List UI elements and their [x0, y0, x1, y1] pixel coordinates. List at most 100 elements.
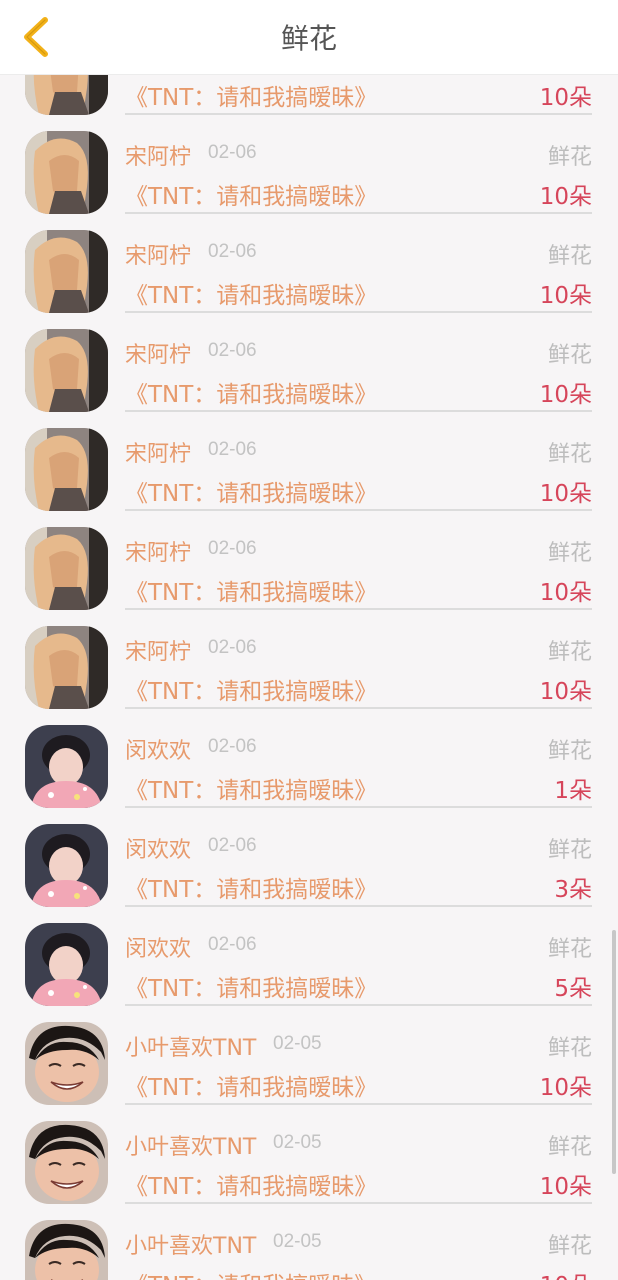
avatar[interactable] — [25, 923, 108, 1006]
list-item-content: 宋阿柠 02-06 鲜花《TNT：请和我搞暧昧》 10朵 — [125, 115, 592, 214]
user-name[interactable]: 闵欢欢 — [125, 931, 191, 963]
gift-date: 02-05 — [273, 1231, 322, 1252]
book-title[interactable]: 《TNT：请和我搞暧昧》 — [125, 177, 377, 211]
avatar[interactable] — [25, 1121, 108, 1204]
gift-type-label: 鲜花 — [547, 838, 592, 863]
gift-date: 02-06 — [208, 835, 257, 856]
book-title[interactable]: 《TNT：请和我搞暧昧》 — [125, 375, 377, 409]
list-item[interactable]: 小叶喜欢TNT 02-05 鲜花《TNT：请和我搞暧昧》 10朵 — [0, 1204, 618, 1280]
user-name[interactable]: 宋阿柠 — [125, 238, 191, 270]
user-name[interactable]: 宋阿柠 — [125, 634, 191, 666]
scrollbar[interactable] — [612, 930, 616, 1174]
avatar[interactable] — [25, 1022, 108, 1105]
gift-type-label: 鲜花 — [547, 1234, 592, 1259]
user-name[interactable]: 宋阿柠 — [125, 535, 191, 567]
user-name[interactable]: 闵欢欢 — [125, 832, 191, 864]
user-name[interactable]: 小叶喜欢TNT — [125, 1129, 256, 1161]
user-name[interactable]: 宋阿柠 — [125, 337, 191, 369]
flower-count: 5朵 — [554, 976, 592, 1002]
avatar[interactable] — [25, 1220, 108, 1280]
avatar[interactable] — [25, 824, 108, 907]
list-item-content: 宋阿柠 02-06 鲜花《TNT：请和我搞暧昧》 10朵 — [125, 214, 592, 313]
gift-date: 02-06 — [208, 538, 257, 559]
list-item-content: 小叶喜欢TNT 02-05 鲜花《TNT：请和我搞暧昧》 10朵 — [125, 1204, 592, 1280]
list-item[interactable]: 宋阿柠 02-06 鲜花《TNT：请和我搞暧昧》 10朵 — [0, 610, 618, 709]
book-title[interactable]: 《TNT：请和我搞暧昧》 — [125, 1068, 377, 1102]
book-title[interactable]: 《TNT：请和我搞暧昧》 — [125, 474, 377, 508]
gift-type-label: 鲜花 — [547, 739, 592, 764]
list-item[interactable]: 宋阿柠 02-06 鲜花《TNT：请和我搞暧昧》 10朵 — [0, 115, 618, 214]
gift-type-label: 鲜花 — [547, 541, 592, 566]
list-item-content: 宋阿柠02-06鲜花《TNT：请和我搞暧昧》10朵 — [125, 412, 592, 511]
avatar[interactable] — [25, 131, 108, 214]
flower-count: 10朵 — [539, 1075, 592, 1101]
book-title[interactable]: 《TNT：请和我搞暧昧》 — [125, 276, 377, 310]
list-item[interactable]: 闵欢欢 02-06 鲜花《TNT：请和我搞暧昧》 1朵 — [0, 709, 618, 808]
book-title[interactable]: 《TNT：请和我搞暧昧》 — [125, 573, 377, 607]
list-item[interactable]: 闵欢欢 02-06 鲜花 《TNT：请和我搞暧昧》 3朵 — [0, 808, 618, 907]
list-item-content: 闵欢欢 02-06 鲜花《TNT：请和我搞暧昧》 5朵 — [125, 907, 592, 1006]
gift-date: 02-05 — [273, 1132, 322, 1153]
list-item[interactable]: 小叶喜欢TNT 02-05 鲜花《TNT：请和我搞暧昧》 10朵 — [0, 1006, 618, 1105]
list-item[interactable]: 小叶喜欢TNT 02-05 鲜花《TNT：请和我搞暧昧》 10朵 — [0, 1105, 618, 1204]
user-name[interactable]: 宋阿柠 — [125, 436, 191, 468]
list-item-content: 宋阿柠 02-06 鲜花《TNT：请和我搞暧昧》 10朵 — [125, 610, 592, 709]
gift-date: 02-06 — [208, 934, 257, 955]
user-name[interactable]: 小叶喜欢TNT — [125, 1228, 256, 1260]
avatar[interactable] — [25, 329, 108, 412]
list-item-content: 小叶喜欢TNT 02-05 鲜花《TNT：请和我搞暧昧》 10朵 — [125, 1006, 592, 1105]
book-title[interactable]: 《TNT：请和我搞暧昧》 — [125, 672, 377, 706]
user-name[interactable]: 小叶喜欢TNT — [125, 1030, 256, 1062]
list-item-content: 宋阿柠 02-06 鲜花《TNT：请和我搞暧昧》 10朵 — [125, 511, 592, 610]
flower-gift-list[interactable]: 宋阿柠02-06鲜花《TNT：请和我搞暧昧》10朵宋阿柠02-06鲜花《TNT：… — [0, 74, 618, 1280]
flower-count: 10朵 — [539, 580, 592, 606]
gift-date: 02-06 — [208, 241, 257, 262]
gift-date: 02-06 — [208, 142, 257, 163]
avatar[interactable] — [25, 626, 108, 709]
user-name[interactable]: 闵欢欢 — [125, 733, 191, 765]
book-title[interactable]: 《TNT：请和我搞暧昧》 — [125, 1167, 377, 1201]
gift-date: 02-06 — [208, 340, 257, 361]
book-title[interactable]: 《TNT：请和我搞暧昧》 — [125, 1266, 377, 1280]
top-bar: 鲜花 — [0, 0, 618, 75]
flower-count: 10朵 — [539, 1174, 592, 1200]
flower-count: 10朵 — [539, 283, 592, 309]
flower-count: 10朵 — [539, 184, 592, 210]
gift-type-label: 鲜花 — [547, 1135, 592, 1160]
book-title[interactable]: 《TNT：请和我搞暧昧》 — [125, 969, 377, 1003]
gift-date: 02-06 — [208, 637, 257, 658]
list-item[interactable]: 宋阿柠02-06鲜花《TNT：请和我搞暧昧》10朵 — [0, 313, 618, 412]
list-item-content: 宋阿柠02-06鲜花《TNT：请和我搞暧昧》10朵 — [125, 74, 592, 115]
user-name[interactable]: 宋阿柠 — [125, 139, 191, 171]
list-item-content: 宋阿柠02-06鲜花《TNT：请和我搞暧昧》10朵 — [125, 313, 592, 412]
gift-date: 02-05 — [273, 1033, 322, 1054]
book-title[interactable]: 《TNT：请和我搞暧昧》 — [125, 78, 377, 112]
gift-type-label: 鲜花 — [547, 442, 592, 467]
gift-type-label: 鲜花 — [547, 640, 592, 665]
flower-count: 1朵 — [554, 778, 592, 804]
gift-type-label: 鲜花 — [547, 937, 592, 962]
gift-type-label: 鲜花 — [547, 1036, 592, 1061]
avatar[interactable] — [25, 725, 108, 808]
gift-type-label: 鲜花 — [547, 244, 592, 269]
list-item[interactable]: 宋阿柠02-06鲜花《TNT：请和我搞暧昧》10朵 — [0, 412, 618, 511]
list-item-content: 闵欢欢 02-06 鲜花 《TNT：请和我搞暧昧》 3朵 — [125, 808, 592, 907]
gift-date: 02-06 — [208, 736, 257, 757]
gift-type-label: 鲜花 — [547, 145, 592, 170]
book-title[interactable]: 《TNT：请和我搞暧昧》 — [125, 771, 377, 805]
avatar[interactable] — [25, 230, 108, 313]
list-item[interactable]: 宋阿柠 02-06 鲜花《TNT：请和我搞暧昧》 10朵 — [0, 214, 618, 313]
book-title[interactable]: 《TNT：请和我搞暧昧》 — [125, 870, 377, 904]
list-item-content: 闵欢欢 02-06 鲜花《TNT：请和我搞暧昧》 1朵 — [125, 709, 592, 808]
flower-count: 10朵 — [539, 679, 592, 705]
gift-type-label: 鲜花 — [547, 343, 592, 368]
flower-count: 10朵 — [540, 1266, 592, 1280]
list-item[interactable]: 闵欢欢 02-06 鲜花《TNT：请和我搞暧昧》 5朵 — [0, 907, 618, 1006]
avatar[interactable] — [25, 74, 108, 115]
flower-count: 10朵 — [539, 481, 592, 507]
flower-count: 10朵 — [539, 85, 592, 111]
avatar[interactable] — [25, 527, 108, 610]
list-item[interactable]: 宋阿柠02-06鲜花《TNT：请和我搞暧昧》10朵 — [0, 74, 618, 115]
avatar[interactable] — [25, 428, 108, 511]
list-item[interactable]: 宋阿柠 02-06 鲜花《TNT：请和我搞暧昧》 10朵 — [0, 511, 618, 610]
